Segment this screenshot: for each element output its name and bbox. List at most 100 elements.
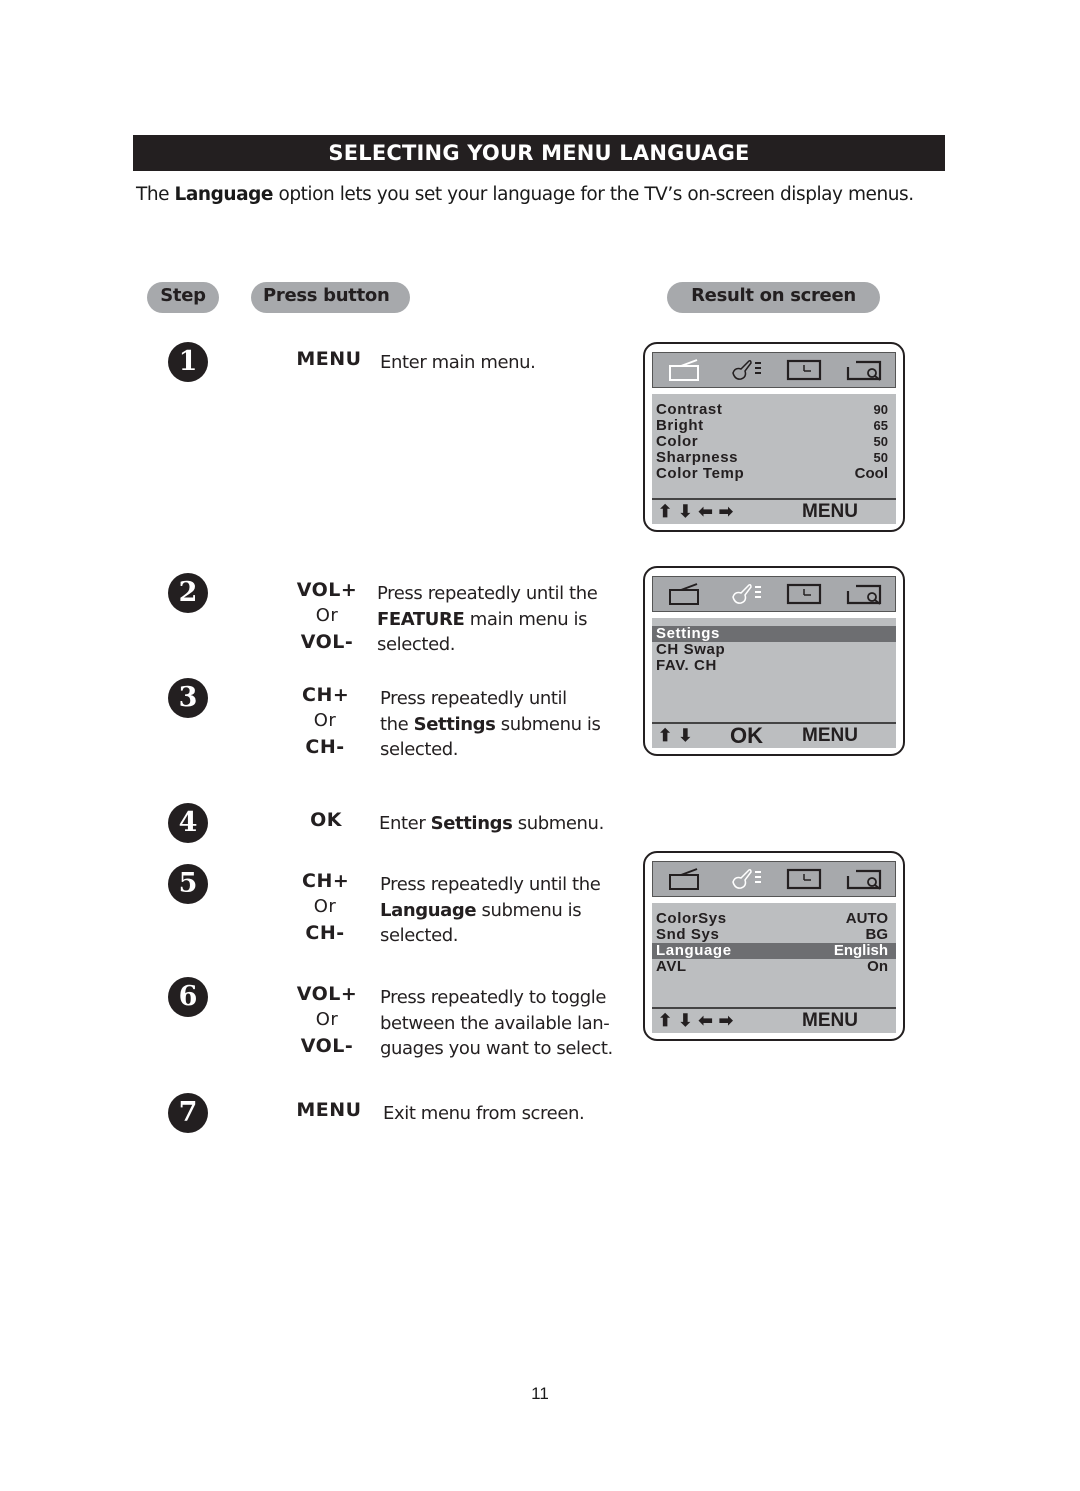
tv-icon	[667, 359, 703, 381]
osd-menu-label: MENU	[802, 1010, 858, 1031]
search-icon	[846, 583, 882, 605]
remote-button-label: MENU	[296, 1099, 362, 1121]
osd-menu-label: MENU	[802, 501, 858, 522]
osd-ok-label: OK	[730, 723, 763, 748]
osd-row-value: 90	[873, 402, 888, 417]
remote-button-label: CH+	[302, 684, 350, 706]
osd-row-label: Sharpness	[656, 449, 739, 466]
intro-pre: The	[136, 184, 175, 205]
osd-row-label: Settings	[656, 625, 720, 642]
search-icon	[846, 868, 882, 890]
osd-row-value: AUTO	[845, 910, 888, 927]
step-number-6: 6	[168, 977, 208, 1017]
osd-row-value: 50	[873, 450, 888, 465]
osd-menu-row: CH Swap	[656, 642, 892, 658]
osd-row-label: AVL	[656, 958, 687, 975]
remote-button-label: OK	[310, 809, 342, 831]
osd-row-label: Color	[656, 433, 699, 450]
osd-menu-row: Snd Sys BG	[656, 927, 892, 943]
step-description: Exit menu from screen.	[383, 1103, 585, 1124]
feature-hand-icon	[729, 583, 765, 605]
osd-menu-body: Settings CH Swap FAV. CH	[652, 618, 896, 726]
intro-bold: Language	[174, 184, 274, 205]
clock-icon	[786, 868, 822, 890]
remote-button-label: CH-	[305, 736, 345, 758]
osd-footer: ⬆⬇ OK MENU	[652, 722, 896, 748]
osd-row-label: Language	[656, 942, 732, 959]
osd-row-label: Contrast	[656, 401, 723, 418]
or-label: Or	[315, 1009, 339, 1030]
nav-arrows-icon: ⬆⬇⬅➡	[658, 502, 739, 521]
osd-menu-row: FAV. CH	[656, 658, 892, 674]
osd-row-value: English	[833, 942, 888, 959]
osd-menu-row: Color Temp Cool	[656, 466, 892, 482]
step-number-4: 4	[168, 803, 208, 843]
osd-menu-row: Sharpness 50	[656, 450, 892, 466]
remote-button-label: MENU	[296, 348, 362, 370]
osd-menu-label: MENU	[802, 725, 858, 746]
osd-screen: Settings CH Swap FAV. CH ⬆⬇ OK MENU	[643, 566, 905, 756]
feature-hand-icon	[729, 359, 765, 381]
tv-icon	[667, 868, 703, 890]
step-header: Step	[147, 282, 219, 313]
press-button-header: Press button	[251, 282, 410, 313]
osd-screen: ColorSys AUTO Snd Sys BG Language English AVL O…	[643, 851, 905, 1041]
step-description: Press repeatedly until the FEATURE main m…	[377, 583, 598, 655]
osd-menu-body: ColorSys AUTO Snd Sys BG Language English AVL O…	[652, 903, 896, 1011]
step-number-1: 1	[168, 342, 208, 382]
osd-footer: ⬆⬇⬅➡ MENU	[652, 1007, 896, 1033]
nav-arrows-icon: ⬆⬇	[658, 726, 699, 745]
search-icon	[846, 359, 882, 381]
osd-row-value: Cool	[854, 465, 888, 482]
clock-icon	[786, 583, 822, 605]
osd-row-label: ColorSys	[656, 910, 727, 927]
step-number-2: 2	[168, 573, 208, 613]
osd-menu-row: Contrast 90	[656, 402, 892, 418]
osd-icon-bar	[652, 352, 896, 388]
osd-menu-row: Bright 65	[656, 418, 892, 434]
remote-button-label: CH-	[305, 922, 345, 944]
step-description: Enter Settings submenu.	[379, 813, 604, 834]
remote-button-label: VOL-	[300, 631, 354, 653]
remote-button-label: VOL-	[300, 1035, 354, 1057]
osd-menu-row: AVL On	[656, 959, 892, 975]
osd-row-label: Snd Sys	[656, 926, 720, 943]
osd-screen: Contrast 90 Bright 65 Color 50 Sharpness 50 Colo…	[643, 342, 905, 532]
osd-row-value: BG	[865, 926, 889, 943]
osd-icon-bar	[652, 576, 896, 612]
step-number-3: 3	[168, 678, 208, 718]
remote-button-label: VOL+	[296, 579, 358, 601]
osd-row-label: FAV. CH	[656, 657, 717, 674]
osd-row-label: Color Temp	[656, 465, 745, 482]
osd-row-value: 65	[873, 418, 888, 433]
osd-footer: ⬆⬇⬅➡ MENU	[652, 498, 896, 524]
clock-icon	[786, 359, 822, 381]
osd-row-value: 50	[873, 434, 888, 449]
step-description: Press repeatedly until the Settings subme…	[380, 688, 601, 760]
osd-menu-row: ColorSys AUTO	[656, 911, 892, 927]
osd-menu-body: Contrast 90 Bright 65 Color 50 Sharpness 50 Colo…	[652, 394, 896, 502]
page-number: 11	[531, 1384, 549, 1403]
step-number-5: 5	[168, 864, 208, 904]
osd-menu-row: Settings	[652, 626, 896, 642]
nav-arrows-icon: ⬆⬇⬅➡	[658, 1011, 739, 1030]
feature-hand-icon	[729, 868, 765, 890]
intro-text: The Language option lets you set your la…	[136, 182, 936, 208]
tv-icon	[667, 583, 703, 605]
osd-icon-bar	[652, 861, 896, 897]
step-description: Press repeatedly until the Language subme…	[380, 874, 601, 946]
intro-post: option lets you set your language for th…	[273, 184, 914, 205]
or-label: Or	[313, 710, 337, 731]
or-label: Or	[315, 605, 339, 626]
osd-row-value: On	[867, 958, 888, 975]
osd-menu-row: Language English	[652, 943, 896, 959]
step-number-7: 7	[168, 1093, 208, 1133]
remote-button-label: CH+	[302, 870, 350, 892]
osd-menu-row: Color 50	[656, 434, 892, 450]
result-header: Result on screen	[667, 282, 880, 313]
step-description: Press repeatedly to toggle between the av…	[380, 987, 613, 1059]
or-label: Or	[313, 896, 337, 917]
osd-row-label: CH Swap	[656, 641, 726, 658]
osd-row-label: Bright	[656, 417, 704, 434]
section-title: SELECTING YOUR MENU LANGUAGE	[133, 135, 945, 171]
